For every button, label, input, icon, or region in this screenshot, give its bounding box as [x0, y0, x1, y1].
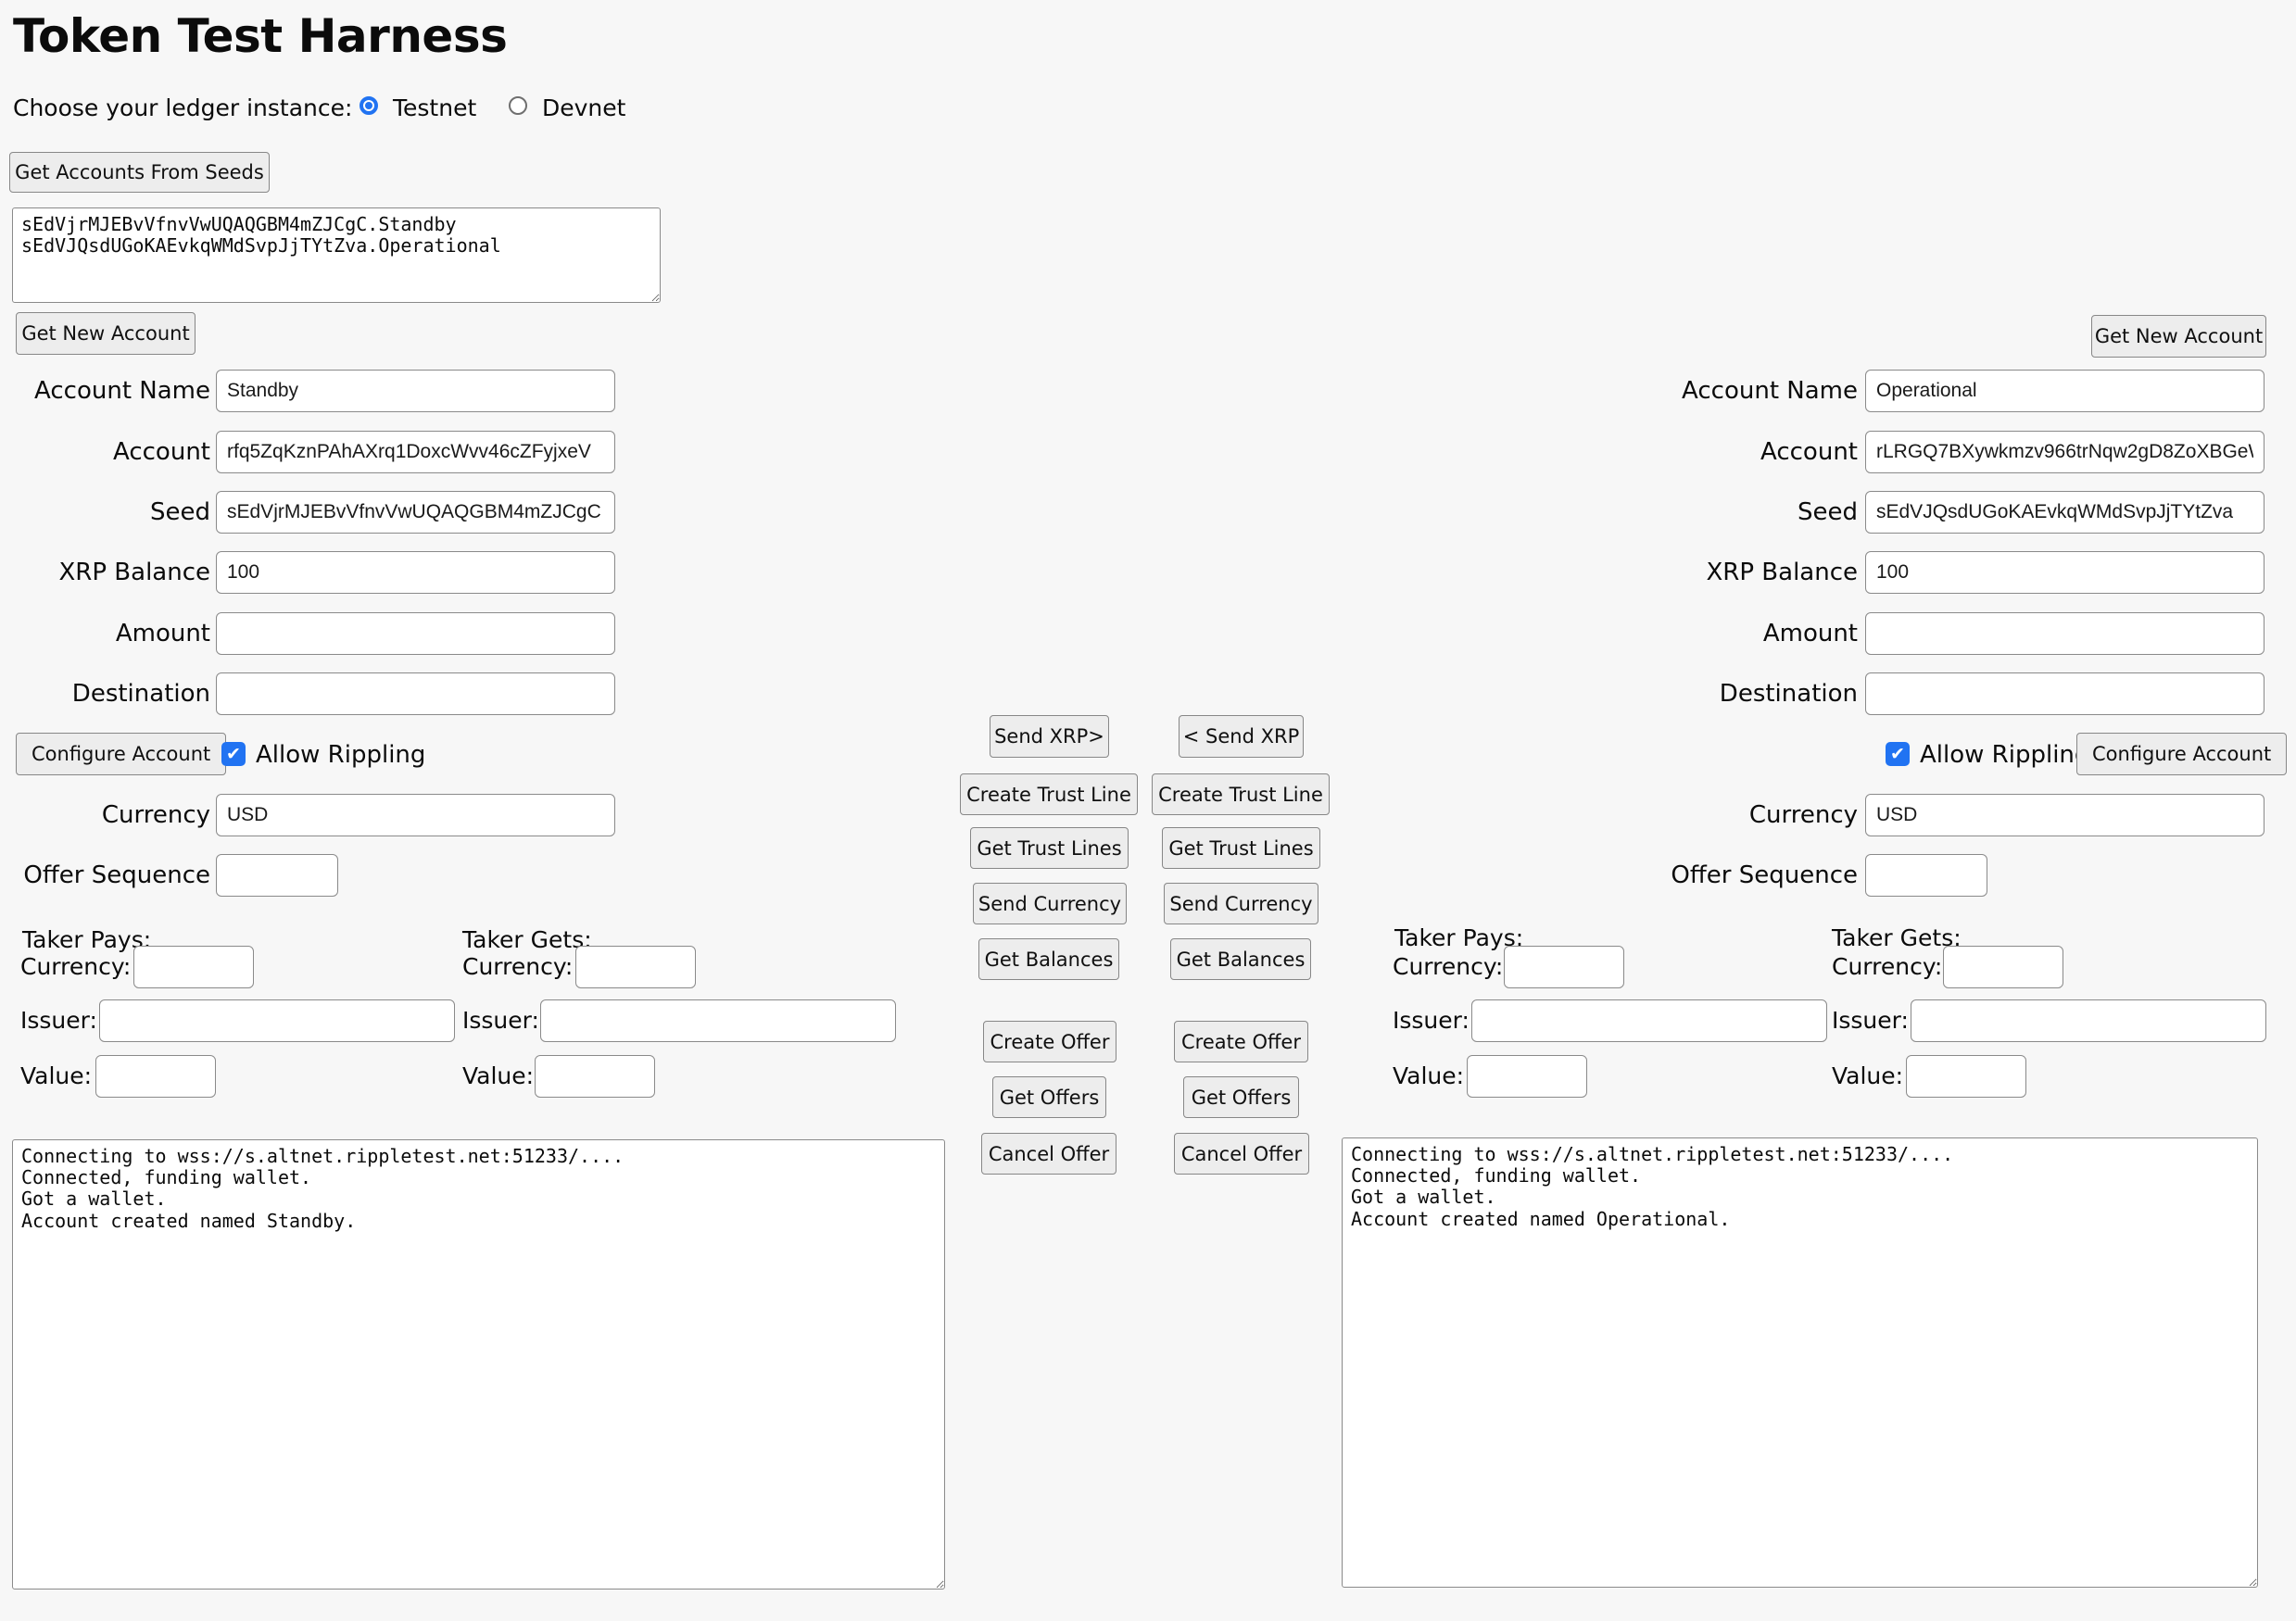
- devnet-radio[interactable]: [509, 96, 527, 115]
- standby-taker-gets-value-input[interactable]: [535, 1055, 655, 1098]
- standby-xrp-balance-input[interactable]: [216, 551, 615, 594]
- operational-taker-pays-currency-label: Currency:: [1393, 946, 1503, 988]
- send-xrp-operational-to-standby-button[interactable]: < Send XRP: [1179, 715, 1304, 758]
- operational-send-currency-button[interactable]: Send Currency: [1164, 883, 1318, 924]
- operational-account-input[interactable]: [1865, 431, 2264, 473]
- operational-seed-label: Seed: [1566, 491, 1858, 534]
- operational-taker-pays-value-label: Value:: [1393, 1055, 1464, 1098]
- standby-account-name-input[interactable]: [216, 370, 615, 412]
- operational-taker-gets-value-label: Value:: [1832, 1055, 1903, 1098]
- standby-get-trust-lines-button[interactable]: Get Trust Lines: [970, 827, 1129, 869]
- operational-amount-input[interactable]: [1865, 612, 2264, 655]
- operational-account-name-label: Account Name: [1566, 370, 1858, 412]
- operational-seed-input[interactable]: [1865, 491, 2264, 534]
- standby-taker-gets-issuer-label: Issuer:: [462, 999, 539, 1042]
- operational-currency-input[interactable]: [1865, 794, 2264, 836]
- standby-configure-account-button[interactable]: Configure Account: [16, 733, 226, 775]
- operational-get-new-account-button[interactable]: Get New Account: [2091, 315, 2266, 358]
- testnet-radio-label[interactable]: Testnet: [393, 94, 476, 121]
- operational-offer-sequence-label: Offer Sequence: [1566, 854, 1858, 897]
- standby-account-input[interactable]: [216, 431, 615, 473]
- operational-create-trust-line-button[interactable]: Create Trust Line: [1152, 773, 1330, 815]
- standby-taker-pays-currency-input[interactable]: [133, 946, 254, 988]
- send-xrp-standby-to-operational-button[interactable]: Send XRP>: [990, 715, 1109, 758]
- operational-destination-label: Destination: [1566, 672, 1858, 715]
- standby-taker-gets-currency-input[interactable]: [575, 946, 696, 988]
- standby-taker-gets-currency-label: Currency:: [462, 946, 573, 988]
- standby-offer-sequence-label: Offer Sequence: [0, 854, 210, 897]
- operational-allow-rippling-checkbox[interactable]: [1886, 742, 1910, 766]
- operational-taker-pays-issuer-label: Issuer:: [1393, 999, 1470, 1042]
- operational-taker-pays-currency-input[interactable]: [1504, 946, 1624, 988]
- token-test-harness-page: Token Test Harness Choose your ledger in…: [0, 0, 2296, 1621]
- operational-configure-account-button[interactable]: Configure Account: [2076, 733, 2287, 775]
- standby-currency-label: Currency: [0, 794, 210, 836]
- standby-destination-input[interactable]: [216, 672, 615, 715]
- standby-account-name-label: Account Name: [0, 370, 210, 412]
- standby-taker-pays-issuer-input[interactable]: [99, 999, 455, 1042]
- operational-log-textarea[interactable]: [1342, 1137, 2258, 1588]
- standby-get-balances-button[interactable]: Get Balances: [978, 938, 1119, 980]
- standby-get-offers-button[interactable]: Get Offers: [992, 1076, 1106, 1118]
- operational-destination-input[interactable]: [1865, 672, 2264, 715]
- standby-amount-label: Amount: [0, 612, 210, 655]
- get-accounts-from-seeds-button[interactable]: Get Accounts From Seeds: [9, 152, 270, 193]
- operational-allow-rippling-label: Allow Rippling: [1920, 742, 2089, 766]
- standby-seed-input[interactable]: [216, 491, 615, 534]
- standby-currency-input[interactable]: [216, 794, 615, 836]
- standby-log-textarea[interactable]: [12, 1139, 945, 1590]
- operational-taker-pays-issuer-input[interactable]: [1471, 999, 1827, 1042]
- operational-get-offers-button[interactable]: Get Offers: [1183, 1076, 1299, 1118]
- operational-account-name-input[interactable]: [1865, 370, 2264, 412]
- operational-xrp-balance-label: XRP Balance: [1566, 551, 1858, 594]
- standby-offer-sequence-input[interactable]: [216, 854, 338, 897]
- standby-seed-label: Seed: [0, 491, 210, 534]
- standby-allow-rippling-checkbox[interactable]: [221, 742, 246, 766]
- standby-get-new-account-button[interactable]: Get New Account: [16, 312, 196, 355]
- standby-create-trust-line-button[interactable]: Create Trust Line: [960, 773, 1138, 815]
- standby-destination-label: Destination: [0, 672, 210, 715]
- operational-create-offer-button[interactable]: Create Offer: [1174, 1021, 1308, 1062]
- operational-taker-gets-issuer-label: Issuer:: [1832, 999, 1909, 1042]
- operational-taker-gets-currency-label: Currency:: [1832, 946, 1942, 988]
- standby-taker-gets-issuer-input[interactable]: [540, 999, 896, 1042]
- standby-allow-rippling-label: Allow Rippling: [256, 742, 425, 766]
- ledger-instance-label: Choose your ledger instance:: [13, 94, 352, 121]
- standby-taker-pays-value-label: Value:: [20, 1055, 92, 1098]
- standby-create-offer-button[interactable]: Create Offer: [983, 1021, 1116, 1062]
- standby-taker-pays-value-input[interactable]: [95, 1055, 216, 1098]
- standby-cancel-offer-button[interactable]: Cancel Offer: [981, 1133, 1116, 1175]
- operational-get-trust-lines-button[interactable]: Get Trust Lines: [1162, 827, 1320, 869]
- devnet-radio-label[interactable]: Devnet: [542, 94, 625, 121]
- standby-send-currency-button[interactable]: Send Currency: [973, 883, 1127, 924]
- operational-taker-gets-value-input[interactable]: [1906, 1055, 2026, 1098]
- seeds-textarea[interactable]: [12, 207, 661, 303]
- standby-taker-pays-currency-label: Currency:: [20, 946, 131, 988]
- standby-taker-gets-value-label: Value:: [462, 1055, 534, 1098]
- standby-amount-input[interactable]: [216, 612, 615, 655]
- operational-offer-sequence-input[interactable]: [1865, 854, 1987, 897]
- standby-account-label: Account: [0, 431, 210, 473]
- operational-xrp-balance-input[interactable]: [1865, 551, 2264, 594]
- operational-taker-gets-currency-input[interactable]: [1943, 946, 2063, 988]
- testnet-radio[interactable]: [360, 96, 378, 115]
- operational-get-balances-button[interactable]: Get Balances: [1170, 938, 1311, 980]
- page-title: Token Test Harness: [13, 9, 507, 63]
- operational-cancel-offer-button[interactable]: Cancel Offer: [1174, 1133, 1309, 1175]
- standby-xrp-balance-label: XRP Balance: [0, 551, 210, 594]
- operational-taker-gets-issuer-input[interactable]: [1911, 999, 2266, 1042]
- operational-amount-label: Amount: [1566, 612, 1858, 655]
- operational-taker-pays-value-input[interactable]: [1467, 1055, 1587, 1098]
- standby-taker-pays-issuer-label: Issuer:: [20, 999, 97, 1042]
- operational-account-label: Account: [1566, 431, 1858, 473]
- operational-currency-label: Currency: [1566, 794, 1858, 836]
